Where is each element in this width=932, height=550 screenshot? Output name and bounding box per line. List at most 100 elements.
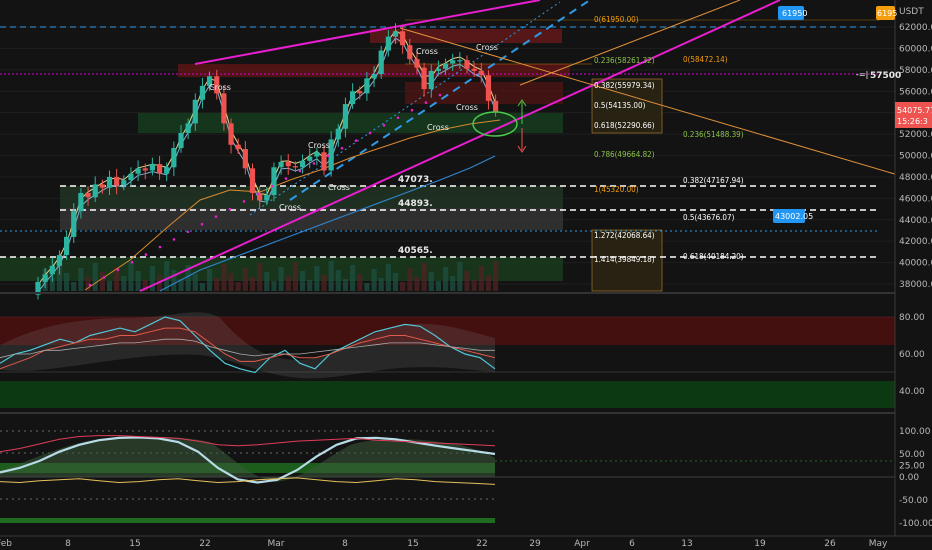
candle-body[interactable]: [342, 104, 349, 129]
candle-body[interactable]: [106, 176, 113, 188]
candle-body[interactable]: [264, 195, 270, 201]
candle-body[interactable]: [185, 123, 191, 134]
candle-body[interactable]: [428, 70, 434, 90]
candle-body[interactable]: [128, 173, 134, 181]
candle-body[interactable]: [400, 31, 406, 46]
candle-body[interactable]: [299, 160, 306, 168]
trend-dot: [368, 131, 372, 135]
candle-body[interactable]: [114, 176, 120, 186]
candle-body[interactable]: [385, 36, 391, 51]
candle-body[interactable]: [56, 255, 63, 266]
candle-body[interactable]: [378, 50, 384, 75]
volume-bar: [314, 266, 320, 291]
candle-body[interactable]: [156, 164, 163, 174]
candle-body[interactable]: [178, 133, 184, 149]
badge-61950: 61950: [778, 6, 807, 20]
badge-current-text: 54075.77: [897, 106, 932, 115]
candle-body[interactable]: [42, 274, 48, 282]
volume-bar: [71, 282, 77, 291]
trend-dot: [382, 124, 386, 127]
candle-body[interactable]: [278, 161, 284, 168]
candle-body[interactable]: [271, 167, 277, 196]
resistance-zone-top: [370, 29, 562, 43]
candle-body[interactable]: [435, 68, 441, 71]
volume-bar: [92, 263, 98, 291]
price-tick-label: 52000.00: [899, 130, 932, 140]
candle-body[interactable]: [357, 91, 363, 94]
candle-body[interactable]: [350, 91, 356, 105]
candle-body[interactable]: [471, 68, 477, 71]
volume-bar: [464, 271, 470, 291]
fib-label: 0.786(49664.82): [594, 150, 655, 159]
time-tick-label: 29: [529, 539, 541, 549]
level-label-44893: 44893.: [398, 199, 433, 209]
candle-body[interactable]: [421, 67, 427, 90]
candle-body[interactable]: [164, 167, 170, 174]
candle-body[interactable]: [285, 161, 291, 167]
candle-body[interactable]: [307, 156, 313, 161]
osc2-tick-label: -50.00: [899, 496, 928, 506]
volume-bar: [392, 273, 399, 291]
volume-bar: [278, 267, 284, 291]
badge-current-price: 54075.77 15:26:3: [895, 102, 932, 128]
volume-bar: [299, 271, 306, 291]
candle-body[interactable]: [192, 99, 198, 124]
osc2-tick-label: 0.00: [899, 473, 919, 483]
candle-body[interactable]: [85, 192, 91, 198]
candle-body[interactable]: [493, 100, 499, 112]
candle-body[interactable]: [49, 265, 55, 275]
candle-body[interactable]: [199, 85, 206, 100]
candle-body[interactable]: [292, 166, 298, 168]
candle-body[interactable]: [249, 168, 256, 193]
candle-body[interactable]: [335, 128, 341, 140]
fib-label: 0.236(58261.32): [594, 56, 655, 65]
trend-dot: [256, 192, 260, 196]
volume-bar: [378, 278, 384, 291]
candle-body[interactable]: [99, 184, 105, 188]
candle-body[interactable]: [314, 152, 320, 157]
trend-dot: [284, 177, 288, 180]
time-tick-label: Apr: [574, 539, 590, 549]
candle-body[interactable]: [407, 45, 413, 60]
candle-body[interactable]: [392, 31, 399, 37]
volume-bar: [249, 277, 256, 291]
candle-body[interactable]: [478, 70, 484, 76]
candle-body[interactable]: [442, 63, 449, 69]
candle-body[interactable]: [457, 60, 463, 62]
volume-bar: [450, 276, 456, 291]
fib-label: 0.382(47167.94): [683, 176, 744, 185]
candle-body[interactable]: [464, 60, 470, 69]
candle-body[interactable]: [121, 180, 127, 186]
candle-body[interactable]: [78, 192, 84, 212]
volume-bar: [371, 269, 377, 291]
volume-bar: [235, 282, 241, 291]
candle-body[interactable]: [71, 211, 77, 237]
candle-body[interactable]: [142, 168, 148, 171]
volume-bar: [350, 265, 356, 291]
trend-dot: [410, 108, 414, 112]
candle-body[interactable]: [242, 149, 248, 169]
candle-body[interactable]: [485, 75, 492, 101]
candle-body[interactable]: [364, 78, 370, 94]
candle-body[interactable]: [92, 184, 98, 198]
candle-body[interactable]: [321, 152, 327, 171]
candle-body[interactable]: [171, 148, 177, 168]
candle-body[interactable]: [235, 144, 241, 150]
osc2-bottom-band: [0, 518, 495, 523]
price-tick-label: 38000.00: [899, 280, 932, 290]
price-tick-label: 40000.00: [899, 259, 932, 269]
candle-body[interactable]: [149, 164, 155, 171]
fib-label: 1.272(42068.64): [594, 231, 655, 240]
time-tick-label: 6: [629, 539, 635, 549]
candle-body[interactable]: [450, 60, 456, 64]
candle-body[interactable]: [64, 236, 70, 256]
time-tick-label: 8: [65, 539, 71, 549]
candle-body[interactable]: [135, 168, 141, 174]
candle-body[interactable]: [414, 59, 420, 68]
price-tick-label: 44000.00: [899, 216, 932, 226]
candle-body[interactable]: [371, 74, 377, 79]
candle-body[interactable]: [228, 123, 234, 145]
trading-chart[interactable]: Cross Cross Cross Cross Cross Cross Cros…: [0, 0, 932, 550]
candle-body[interactable]: [221, 93, 227, 124]
time-axis[interactable]: Feb 8 15 22 Mar 8 15 22 29 Apr 6 13 19 26 May: [0, 535, 932, 550]
